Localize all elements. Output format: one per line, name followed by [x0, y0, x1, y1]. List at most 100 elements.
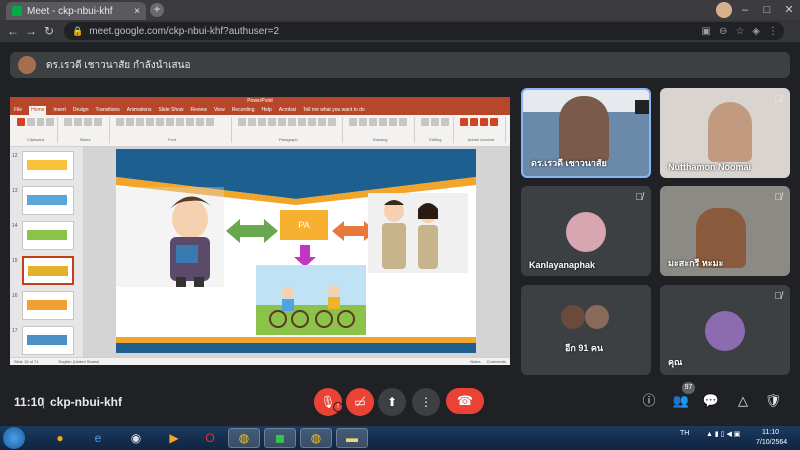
ribbon-command-icon[interactable]	[94, 118, 102, 126]
ribbon-command-icon[interactable]	[369, 118, 378, 126]
window-minimize-button[interactable]: –	[734, 2, 756, 18]
participant-tile-masakri[interactable]: 🎙̸ มะสะกรี หะมะ	[660, 186, 790, 276]
input-language[interactable]: TH	[680, 430, 689, 437]
ribbon-tab[interactable]: Home	[29, 106, 47, 115]
tray-icons[interactable]: ▲ ▮ ▯ ◀ ▣	[706, 430, 740, 438]
ribbon-tab[interactable]: Help	[261, 106, 271, 115]
ribbon-tab[interactable]: Tell me what you want to do	[303, 106, 365, 115]
ribbon-command-icon[interactable]	[297, 118, 306, 126]
taskbar-date[interactable]: 7/10/2564	[756, 439, 787, 446]
notes-button[interactable]: Notes	[470, 359, 480, 364]
ribbon-command-icon[interactable]	[359, 118, 368, 126]
ribbon-command-icon[interactable]	[116, 118, 125, 126]
ribbon-tab[interactable]: Slide Show	[159, 106, 184, 115]
ribbon-command-icon[interactable]	[36, 118, 45, 126]
camera-toggle-button[interactable]: ▭̸	[346, 388, 374, 416]
ribbon-command-icon[interactable]	[431, 118, 440, 126]
chrome-taskbar-icon[interactable]: ◍	[228, 428, 260, 448]
taskbar-clock[interactable]: 11:10	[762, 429, 779, 436]
ribbon-command-icon[interactable]	[136, 118, 145, 126]
ribbon-command-icon[interactable]	[441, 118, 450, 126]
address-bar[interactable]: 🔒 meet.google.com/ckp-nbui-khf?authuser=…	[64, 22, 784, 40]
ribbon-tab[interactable]: Transitions	[96, 106, 120, 115]
chat-icon[interactable]: 💬	[702, 392, 720, 410]
participant-tile-nutthamon[interactable]: 🎙̸ Nutthamon Noomai	[660, 88, 790, 178]
ribbon-tab[interactable]: File	[14, 106, 22, 115]
ribbon-command-icon[interactable]	[389, 118, 398, 126]
internet-explorer-icon[interactable]: e	[82, 428, 114, 448]
ribbon-command-icon[interactable]	[64, 118, 72, 126]
ribbon-tab[interactable]: Animations	[127, 106, 152, 115]
slide-thumbnail[interactable]	[22, 186, 74, 215]
media-player-icon[interactable]: ▶	[158, 428, 190, 448]
ribbon-command-icon[interactable]	[247, 118, 256, 126]
chrome-menu-icon[interactable]: ⋮	[768, 26, 778, 37]
ribbon-command-icon[interactable]	[156, 118, 165, 126]
ribbon-command-icon[interactable]	[176, 118, 185, 126]
forward-arrow-icon[interactable]: →	[22, 24, 40, 38]
ribbon-command-icon[interactable]	[379, 118, 388, 126]
ribbon-tab[interactable]: Acrobat	[279, 106, 296, 115]
slide-thumbnail[interactable]	[22, 326, 74, 355]
taskbar-app-icon[interactable]: ●	[44, 428, 76, 448]
line-app-icon[interactable]: ◼	[264, 428, 296, 448]
file-explorer-icon[interactable]: ▬	[336, 428, 368, 448]
comments-button[interactable]: Comments	[487, 359, 506, 364]
ribbon-command-icon[interactable]	[479, 118, 488, 126]
ribbon-command-icon[interactable]	[196, 118, 205, 126]
zoom-icon[interactable]: ⊖	[719, 26, 727, 37]
ribbon-command-icon[interactable]	[469, 118, 478, 126]
extension-icon[interactable]: ◈	[752, 26, 760, 37]
slide-thumbnail[interactable]	[22, 291, 74, 320]
ribbon-command-icon[interactable]	[459, 118, 468, 126]
ribbon-command-icon[interactable]	[74, 118, 82, 126]
people-icon[interactable]: 👥	[672, 392, 690, 410]
window-maximize-button[interactable]: □	[756, 2, 778, 18]
ribbon-command-icon[interactable]	[349, 118, 358, 126]
camera-indicator-icon[interactable]: ▣	[701, 26, 710, 37]
ribbon-command-icon[interactable]	[166, 118, 175, 126]
windows-start-icon[interactable]	[3, 427, 25, 449]
window-close-button[interactable]: ✕	[778, 2, 800, 18]
ribbon-command-icon[interactable]	[206, 118, 215, 126]
ribbon-tab[interactable]: View	[214, 106, 225, 115]
participant-tile-kanlayanaphak[interactable]: 🎙̸ Kanlayanaphak	[521, 186, 651, 276]
ribbon-command-icon[interactable]	[126, 118, 135, 126]
participant-tile-you[interactable]: 🎙̸ คุณ	[660, 285, 790, 375]
ribbon-command-icon[interactable]	[489, 118, 498, 126]
ribbon-command-icon[interactable]	[84, 118, 92, 126]
more-options-button[interactable]: ⋮	[412, 388, 440, 416]
opera-icon[interactable]: O	[194, 428, 226, 448]
ribbon-command-icon[interactable]	[317, 118, 326, 126]
slide-thumbnail[interactable]	[22, 221, 74, 250]
ribbon-command-icon[interactable]	[26, 118, 35, 126]
participant-tile-presenter[interactable]: ดร.เรวดี เชาวนาสัย	[521, 88, 651, 178]
ribbon-tab[interactable]: Insert	[53, 106, 66, 115]
profile-avatar[interactable]	[716, 2, 732, 18]
ribbon-tab[interactable]: Review	[191, 106, 207, 115]
ribbon-command-icon[interactable]	[146, 118, 155, 126]
reload-icon[interactable]: ↻	[40, 24, 58, 38]
slide-thumbnail[interactable]	[22, 151, 74, 180]
ribbon-tab[interactable]: Design	[73, 106, 89, 115]
ribbon-command-icon[interactable]	[277, 118, 286, 126]
ribbon-command-icon[interactable]	[307, 118, 316, 126]
ribbon-command-icon[interactable]	[17, 118, 25, 126]
ribbon-command-icon[interactable]	[257, 118, 266, 126]
back-arrow-icon[interactable]: ←	[4, 24, 22, 38]
host-controls-icon[interactable]: 🛡	[764, 392, 782, 410]
ribbon-command-icon[interactable]	[421, 118, 430, 126]
activities-icon[interactable]: △	[734, 392, 752, 410]
present-screen-button[interactable]: ⬆	[378, 388, 406, 416]
leave-call-button[interactable]: ☎	[446, 388, 484, 414]
ribbon-command-icon[interactable]	[186, 118, 195, 126]
slide-thumbnail[interactable]	[22, 256, 74, 285]
participant-tile-more[interactable]: อีก 91 คน	[521, 285, 651, 375]
ribbon-command-icon[interactable]	[287, 118, 296, 126]
ribbon-command-icon[interactable]	[327, 118, 336, 126]
taskbar-app-icon[interactable]: ◉	[120, 428, 152, 448]
ribbon-command-icon[interactable]	[399, 118, 408, 126]
browser-tab-meet[interactable]: Meet - ckp-nbui-khf ×	[6, 2, 146, 20]
ribbon-command-icon[interactable]	[267, 118, 276, 126]
bookmark-star-icon[interactable]: ☆	[735, 26, 744, 37]
